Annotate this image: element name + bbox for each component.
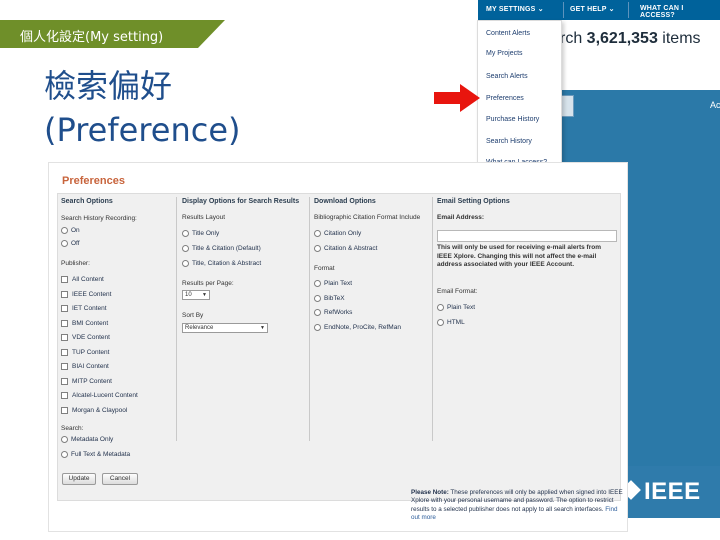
publisher-checkbox[interactable]: BMI Content: [61, 320, 108, 327]
sort-by-label: Sort By: [182, 312, 204, 319]
layout-title-citation-abstract-radio[interactable]: Title, Citation & Abstract: [182, 260, 261, 267]
email-html-radio[interactable]: HTML: [437, 319, 465, 326]
menu-item-search-history[interactable]: Search History: [486, 138, 532, 145]
slide-title-line1: 檢索偏好: [44, 67, 173, 105]
format-bibtex-radio[interactable]: BibTeX: [314, 295, 345, 302]
column-divider: [309, 197, 310, 441]
chevron-down-icon: ▼: [202, 292, 207, 298]
metadata-only-radio[interactable]: Metadata Only: [61, 436, 113, 443]
what-can-i-access-link[interactable]: WHAT CAN I ACCESS?: [640, 5, 720, 19]
email-format-label: Email Format:: [437, 288, 478, 295]
my-settings-menu[interactable]: MY SETTINGS ⌄: [486, 5, 544, 13]
ieee-logo: IEEE: [621, 478, 701, 506]
sort-by-select[interactable]: Relevance ▼: [182, 323, 268, 333]
publisher-checkbox[interactable]: Morgan & Claypool: [61, 407, 127, 414]
publisher-checkbox[interactable]: BIAI Content: [61, 363, 109, 370]
display-options-heading: Display Options for Search Results: [182, 198, 300, 205]
publisher-checkbox[interactable]: TUP Content: [61, 349, 109, 356]
history-recording-label: Search History Recording:: [61, 215, 137, 222]
results-per-page-select[interactable]: 10 ▼: [182, 290, 210, 300]
menu-item-my-projects[interactable]: My Projects: [486, 50, 523, 57]
history-off-radio[interactable]: Off: [61, 240, 80, 247]
publisher-checkbox[interactable]: IET Content: [61, 305, 107, 312]
results-layout-label: Results Layout: [182, 214, 225, 221]
ribbon-text: 個人化設定(My setting): [20, 30, 164, 45]
history-on-radio[interactable]: On: [61, 227, 80, 234]
search-options-heading: Search Options: [61, 198, 113, 205]
my-settings-dropdown: Content Alerts My Projects Search Alerts…: [477, 20, 562, 172]
download-format-label: Format: [314, 265, 335, 272]
slide-canvas: 個人化設定(My setting) 檢索偏好 (Preference) MY S…: [0, 0, 720, 540]
menu-item-purchase-history[interactable]: Purchase History: [486, 116, 539, 123]
preferences-title: Preferences: [62, 175, 125, 187]
cancel-button[interactable]: Cancel: [102, 473, 138, 485]
get-help-menu[interactable]: GET HELP ⌄: [570, 5, 615, 13]
full-text-radio[interactable]: Full Text & Metadata: [61, 451, 130, 458]
menu-item-content-alerts[interactable]: Content Alerts: [486, 30, 530, 37]
email-options-heading: Email Setting Options: [437, 198, 510, 205]
ieee-top-nav: MY SETTINGS ⌄ GET HELP ⌄ WHAT CAN I ACCE…: [478, 0, 720, 20]
search-scope-label: Search:: [61, 425, 84, 432]
format-refworks-radio[interactable]: RefWorks: [314, 309, 352, 316]
column-divider: [176, 197, 177, 441]
menu-item-preferences[interactable]: Preferences: [486, 95, 524, 102]
publisher-checkbox[interactable]: MITP Content: [61, 378, 112, 385]
results-per-page-label: Results per Page:: [182, 280, 234, 287]
publisher-checkbox[interactable]: Alcatel-Lucent Content: [61, 392, 138, 399]
publisher-checkbox[interactable]: All Content: [61, 276, 104, 283]
preferences-note: Please Note: These preferences will only…: [411, 489, 623, 521]
layout-title-citation-radio[interactable]: Title & Citation (Default): [182, 245, 261, 252]
update-button[interactable]: Update: [62, 473, 96, 485]
format-plain-text-radio[interactable]: Plain Text: [314, 280, 352, 287]
menu-item-search-alerts[interactable]: Search Alerts: [486, 73, 528, 80]
column-divider: [432, 197, 433, 441]
preferences-panel: Preferences Search Options Search Histor…: [48, 162, 628, 532]
nav-divider: [563, 2, 564, 18]
publisher-checkbox[interactable]: IEEE Content: [61, 291, 111, 298]
publisher-checkbox[interactable]: VDE Content: [61, 334, 110, 341]
email-address-input[interactable]: [437, 230, 617, 242]
nav-divider: [628, 2, 629, 18]
citation-format-label: Bibliographic Citation Format Include: [314, 214, 421, 221]
advanced-search-link[interactable]: Ac: [710, 100, 720, 110]
email-help-text: This will only be used for receiving e-m…: [437, 244, 601, 268]
chevron-down-icon: ⌄: [608, 6, 615, 13]
layout-title-only-radio[interactable]: Title Only: [182, 230, 219, 237]
slide-title: 檢索偏好 (Preference): [44, 64, 241, 152]
format-endnote-radio[interactable]: EndNote, ProCite, RefMan: [314, 324, 401, 331]
chevron-down-icon: ▼: [260, 325, 265, 331]
citation-only-radio[interactable]: Citation Only: [314, 230, 361, 237]
email-plain-text-radio[interactable]: Plain Text: [437, 304, 475, 311]
publisher-label: Publisher:: [61, 260, 90, 267]
red-arrow-icon: [434, 84, 480, 112]
chevron-down-icon: ⌄: [537, 6, 544, 13]
citation-abstract-radio[interactable]: Citation & Abstract: [314, 245, 377, 252]
download-options-heading: Download Options: [314, 198, 376, 205]
email-address-label: Email Address:: [437, 214, 485, 221]
slide-title-line2: (Preference): [44, 111, 241, 149]
search-count: rch 3,621,353 items: [560, 30, 701, 47]
